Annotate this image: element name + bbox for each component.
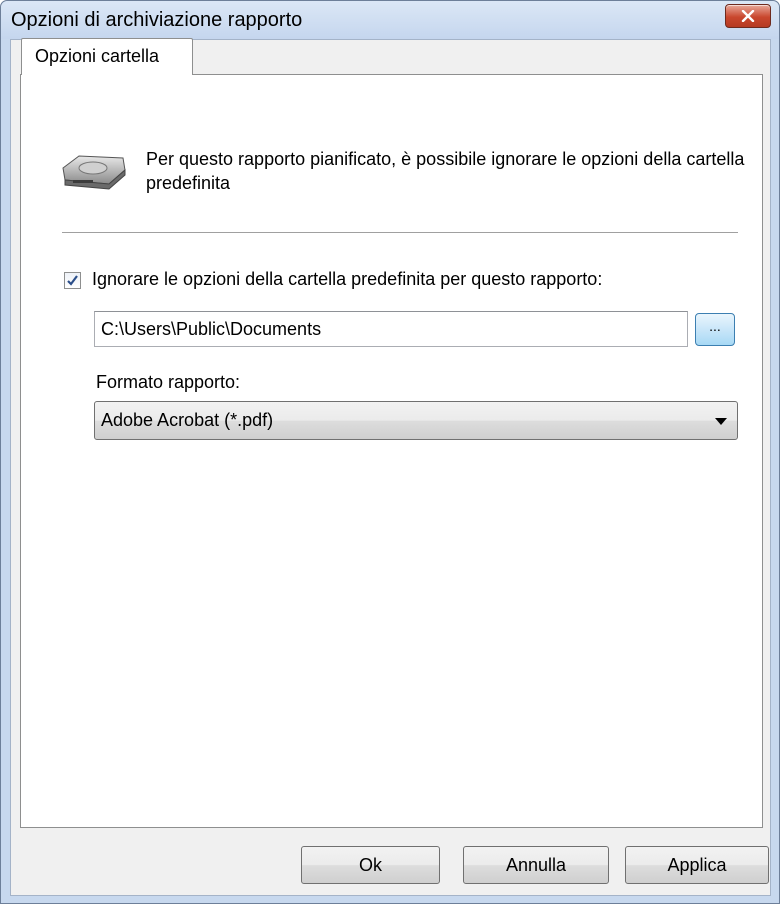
tab-label: Opzioni cartella — [35, 46, 160, 66]
tab-opzioni-cartella[interactable]: Opzioni cartella — [21, 38, 193, 75]
close-icon — [741, 10, 755, 22]
override-checkbox-label[interactable]: Ignorare le opzioni della cartella prede… — [92, 269, 602, 290]
apply-button[interactable]: Applica — [625, 846, 769, 884]
format-selected-value: Adobe Acrobat (*.pdf) — [101, 410, 274, 430]
close-button[interactable] — [725, 4, 771, 28]
cancel-button[interactable]: Annulla — [463, 846, 609, 884]
separator-line — [62, 232, 738, 233]
browse-button[interactable]: ... — [695, 313, 735, 346]
window-title: Opzioni di archiviazione rapporto — [11, 9, 303, 31]
format-label: Formato rapporto: — [96, 372, 241, 392]
panel-description: Per questo rapporto pianificato, è possi… — [146, 149, 745, 193]
ok-button[interactable]: Ok — [301, 846, 440, 884]
checkmark-icon — [67, 275, 78, 286]
drive-icon — [62, 155, 126, 190]
folder-path-input[interactable]: C:\Users\Public\Documents — [94, 311, 688, 347]
chevron-down-icon — [715, 418, 727, 425]
title-bar[interactable]: Opzioni di archiviazione rapporto — [1, 1, 779, 39]
format-select[interactable]: Adobe Acrobat (*.pdf) — [94, 401, 738, 440]
override-checkbox[interactable] — [64, 272, 81, 289]
